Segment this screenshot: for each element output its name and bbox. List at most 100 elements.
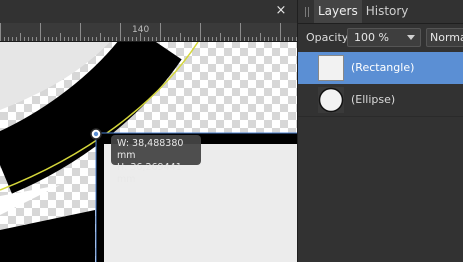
ruler-tick: [264, 37, 265, 41]
ellipse-thumbnail-icon: [318, 87, 344, 113]
ruler-tick: [0, 23, 1, 41]
ruler-tick: [144, 37, 145, 41]
canvas-area[interactable]: × 140 W: 38,488380 mm H: 36,269441 mm: [0, 0, 297, 262]
horizontal-ruler[interactable]: 140: [0, 23, 297, 42]
close-document-icon[interactable]: ×: [274, 4, 288, 18]
ruler-tick: [84, 37, 85, 41]
ruler-tick: [128, 37, 129, 41]
ruler-tick: [68, 37, 69, 41]
ruler-tick: [220, 33, 221, 41]
ruler-tick: [256, 37, 257, 41]
layers-panel: Layers History Opacity: 100 % Normal (Re…: [297, 0, 463, 262]
dimension-tooltip: W: 38,488380 mm H: 36,269441 mm: [111, 135, 201, 185]
rectangle-thumbnail-icon: [318, 55, 344, 81]
resize-handle-center: [93, 131, 99, 137]
ruler-tick: [168, 37, 169, 41]
opacity-row: Opacity: 100 % Normal: [298, 28, 463, 48]
ruler-tick: [104, 37, 105, 41]
opacity-value: 100 %: [354, 31, 389, 44]
ruler-tick: [224, 37, 225, 41]
ruler-tick: [124, 37, 125, 41]
opacity-input[interactable]: 100 %: [347, 28, 421, 47]
ruler-tick: [56, 37, 57, 41]
document-tab-bar: ×: [0, 0, 297, 24]
layer-name: (Rectangle): [351, 61, 415, 74]
ruler-tick: [284, 37, 285, 41]
ruler-tick: [8, 37, 9, 41]
ruler-tick: [96, 37, 97, 41]
ruler-tick: [52, 37, 53, 41]
ruler-tick: [292, 37, 293, 41]
layer-item-ellipse[interactable]: (Ellipse): [298, 84, 463, 117]
ruler-tick: [172, 37, 173, 41]
artboard[interactable]: W: 38,488380 mm H: 36,269441 mm: [0, 42, 297, 262]
panel-grip-icon[interactable]: [305, 7, 309, 17]
ruler-tick: [140, 33, 141, 41]
ruler-tick: [180, 33, 181, 41]
ruler-tick: [32, 37, 33, 41]
ruler-tick: [272, 37, 273, 41]
blend-mode-value: Normal: [430, 31, 463, 44]
panel-tabs: Layers History: [314, 0, 412, 23]
tab-divider: [298, 23, 463, 24]
ruler-tick: [100, 33, 101, 41]
ruler-tick: [236, 37, 237, 41]
ruler-tick: [12, 37, 13, 41]
layer-item-rectangle[interactable]: (Rectangle): [298, 52, 463, 84]
ruler-tick: [136, 37, 137, 41]
ruler-tick: [20, 33, 21, 41]
tooltip-width: W: 38,488380 mm: [117, 138, 184, 161]
chevron-down-icon[interactable]: [407, 35, 415, 40]
ruler-tick: [208, 37, 209, 41]
ruler-tick: [156, 37, 157, 41]
ruler-tick: [288, 37, 289, 41]
ruler-tick: [4, 37, 5, 41]
ruler-tick: [148, 37, 149, 41]
ruler-tick: [204, 37, 205, 41]
ruler-tick: [248, 37, 249, 41]
ruler-tick: [164, 37, 165, 41]
ruler-tick: [80, 23, 81, 41]
layer-name: (Ellipse): [351, 93, 396, 106]
blend-mode-select[interactable]: Normal: [426, 28, 463, 47]
ruler-tick: [116, 37, 117, 41]
ruler-tick: [276, 37, 277, 41]
ruler-tick: [36, 37, 37, 41]
ruler-tick: [176, 37, 177, 41]
ruler-tick: [40, 23, 41, 41]
ruler-tick: [160, 23, 161, 41]
ruler-tick: [252, 37, 253, 41]
ruler-tick: [152, 37, 153, 41]
ruler-tick: [232, 37, 233, 41]
ruler-tick: [44, 37, 45, 41]
ruler-tick: [192, 37, 193, 41]
ruler-tick: [48, 37, 49, 41]
ruler-tick: [24, 37, 25, 41]
ruler-tick: [108, 37, 109, 41]
ruler-tick: [88, 37, 89, 41]
ruler-tick: [112, 37, 113, 41]
ruler-tick: [92, 37, 93, 41]
ruler-tick: [132, 37, 133, 41]
ruler-tick: [120, 23, 121, 41]
ruler-tick: [76, 37, 77, 41]
ruler-tick: [196, 37, 197, 41]
ruler-tick: [260, 33, 261, 41]
ruler-tick: [244, 37, 245, 41]
ruler-tick: [184, 37, 185, 41]
ruler-tick: [60, 33, 61, 41]
ruler-tick: [280, 23, 281, 41]
ruler-tick: [216, 37, 217, 41]
ruler-tick: [188, 37, 189, 41]
ruler-tick: [228, 37, 229, 41]
tab-history[interactable]: History: [362, 0, 413, 23]
ruler-tick: [16, 37, 17, 41]
tab-layers[interactable]: Layers: [314, 0, 362, 23]
ruler-tick: [200, 23, 201, 41]
opacity-label: Opacity:: [306, 31, 352, 44]
ruler-tick: [72, 37, 73, 41]
ruler-tick: [212, 37, 213, 41]
ruler-tick: [64, 37, 65, 41]
ruler-tick: [28, 37, 29, 41]
ruler-tick: [240, 23, 241, 41]
